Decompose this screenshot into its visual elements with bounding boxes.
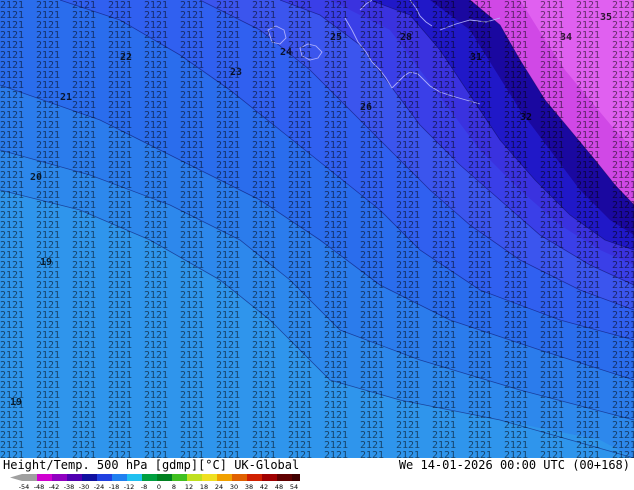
legend-swatch bbox=[67, 474, 82, 481]
legend-swatch bbox=[172, 474, 187, 481]
svg-text:20: 20 bbox=[30, 172, 42, 183]
svg-text:26: 26 bbox=[360, 102, 372, 113]
svg-text:19: 19 bbox=[10, 397, 22, 408]
legend-tick-label: -48 bbox=[34, 483, 45, 490]
model-label: UK-Global bbox=[234, 458, 300, 472]
svg-text:25: 25 bbox=[330, 32, 342, 43]
legend-swatch bbox=[277, 474, 292, 481]
legend-tick-label: -42 bbox=[49, 483, 60, 490]
svg-text:22: 22 bbox=[120, 52, 132, 63]
legend-swatch bbox=[82, 474, 97, 481]
legend-swatch bbox=[127, 474, 142, 481]
legend-swatch bbox=[232, 474, 247, 481]
svg-text:34: 34 bbox=[560, 32, 572, 43]
color-scale-legend: -54 -48 -42 -38 -30 -24 -18 -12 -8 0 8 12 18 24 30 38 42… bbox=[10, 474, 300, 490]
legend-swatch bbox=[97, 474, 112, 481]
svg-text:35: 35 bbox=[600, 12, 612, 23]
legend-swatch bbox=[247, 474, 262, 481]
legend-swatch bbox=[217, 474, 232, 481]
legend-tick-label: 48 bbox=[275, 483, 283, 490]
svg-text:19: 19 bbox=[40, 257, 52, 268]
field-label: Height/Temp. 500 hPa [gdmp][°C] bbox=[3, 458, 227, 472]
legend-swatch bbox=[22, 474, 37, 481]
legend-tick-label: 54 bbox=[290, 483, 298, 490]
legend-swatch bbox=[37, 474, 52, 481]
legend-swatch bbox=[262, 474, 277, 481]
map-canvas: 2121 bbox=[0, 0, 634, 458]
legend-tick-label: -12 bbox=[124, 483, 135, 490]
value-labels-overlay bbox=[0, 0, 634, 458]
legend-swatch bbox=[202, 474, 217, 481]
legend-arrow-low bbox=[10, 474, 22, 481]
svg-text:28: 28 bbox=[400, 32, 412, 43]
legend-tick-label: 24 bbox=[215, 483, 223, 490]
legend-tick-label: -24 bbox=[94, 483, 105, 490]
legend-tick-label: -30 bbox=[79, 483, 90, 490]
legend-tick-label: 18 bbox=[200, 483, 208, 490]
legend-tick-label: 38 bbox=[245, 483, 253, 490]
legend-tick-label: -8 bbox=[141, 483, 147, 490]
legend-swatch bbox=[187, 474, 202, 481]
legend-tick-label: 0 bbox=[157, 483, 161, 490]
legend-tick-label: -38 bbox=[64, 483, 75, 490]
svg-text:23: 23 bbox=[230, 67, 242, 78]
legend-tick-label: 8 bbox=[172, 483, 176, 490]
legend-tick-label: -54 bbox=[19, 483, 30, 490]
legend-swatch bbox=[157, 474, 172, 481]
legend-swatch bbox=[112, 474, 127, 481]
legend-tick-label: 42 bbox=[260, 483, 268, 490]
svg-text:32: 32 bbox=[520, 112, 532, 123]
svg-text:21: 21 bbox=[60, 92, 72, 103]
legend-tick-label: 30 bbox=[230, 483, 238, 490]
valid-time-label: We 14-01-2026 00:00 UTC (00+168) bbox=[398, 458, 630, 472]
svg-text:31: 31 bbox=[470, 52, 482, 63]
legend-swatch bbox=[142, 474, 157, 481]
weather-map[interactable]: 2121 bbox=[0, 0, 634, 458]
legend-swatch bbox=[52, 474, 67, 481]
field-info-label: Height/Temp. 500 hPa [gdmp][°C] UK-Globa… bbox=[3, 458, 299, 472]
legend-tick-label: 12 bbox=[185, 483, 193, 490]
legend-tick-label: -18 bbox=[109, 483, 120, 490]
legend-swatch bbox=[292, 474, 300, 481]
map-footer: Height/Temp. 500 hPa [gdmp][°C] UK-Globa… bbox=[0, 458, 634, 490]
svg-text:24: 24 bbox=[280, 47, 292, 58]
